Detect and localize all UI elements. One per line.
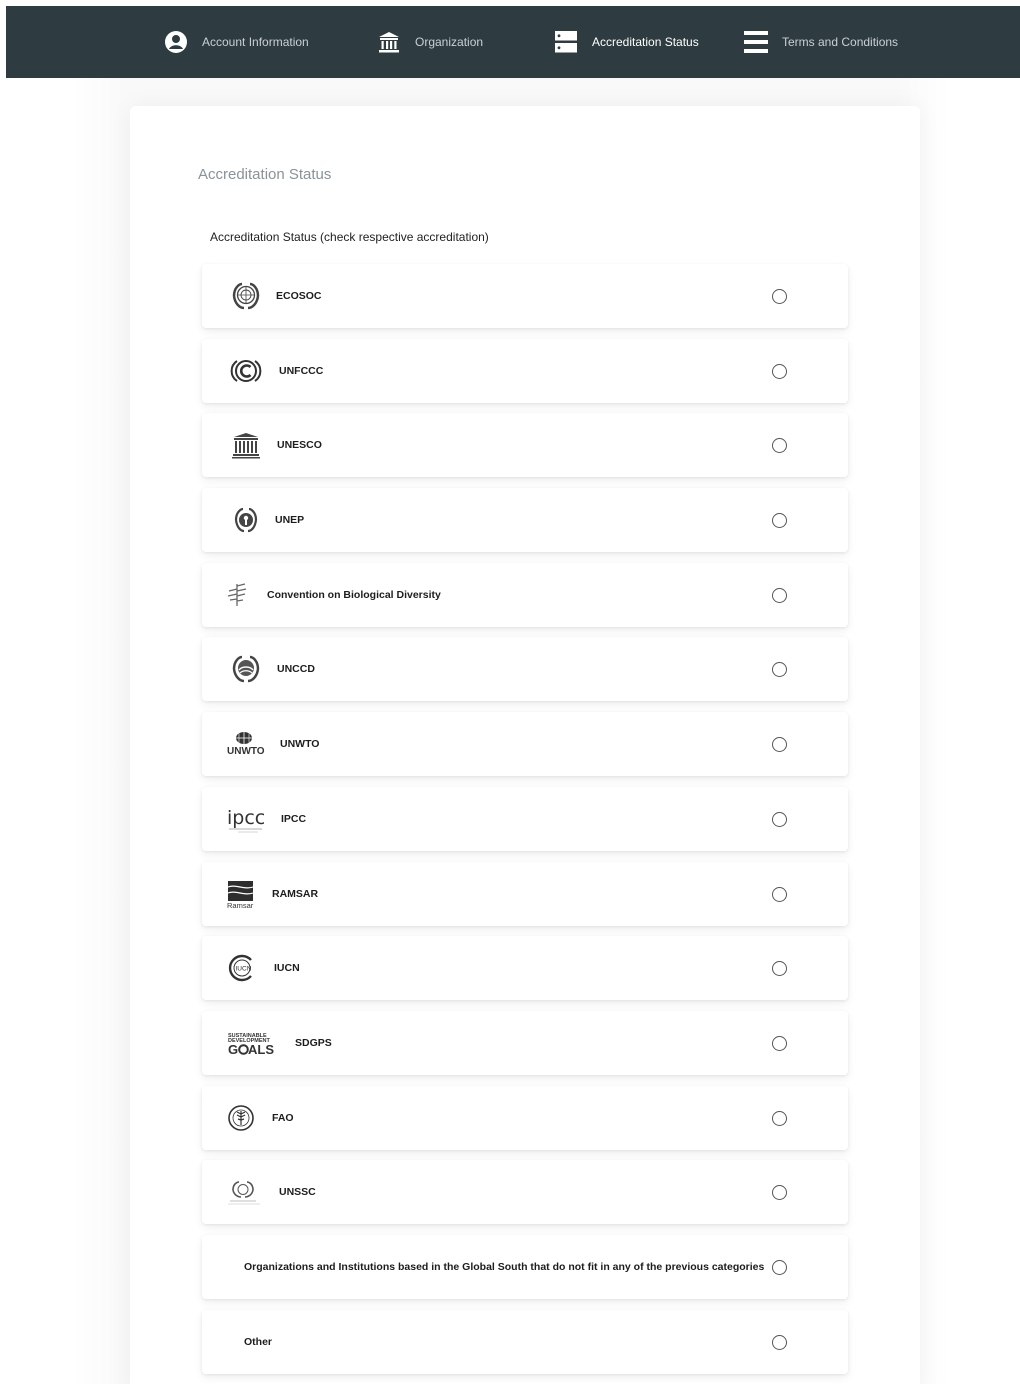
option-unssc[interactable]: UNSSC <box>202 1160 848 1225</box>
radio-button[interactable] <box>772 1110 787 1126</box>
option-label: UNWTO <box>280 738 320 751</box>
option-unfccc[interactable]: UNFCCC <box>202 338 848 403</box>
nav-organization[interactable]: Organization <box>377 6 483 78</box>
top-navigation: Account Information Organization Accredi… <box>6 6 1020 78</box>
iucn-logo-text: IUCN <box>236 966 252 973</box>
radio-button[interactable] <box>772 737 787 753</box>
ipcc-logo: ipcc <box>226 801 266 837</box>
user-circle-icon <box>164 30 188 54</box>
radio-button[interactable] <box>772 811 787 827</box>
nav-label: Organization <box>415 35 484 49</box>
radio-button[interactable] <box>772 438 787 454</box>
radio-button[interactable] <box>772 961 787 977</box>
option-label: UNESCO <box>277 439 322 452</box>
option-label: Convention on Biological Diversity <box>267 588 441 601</box>
option-label: RAMSAR <box>272 887 319 900</box>
radio-button[interactable] <box>772 1259 787 1275</box>
radio-button[interactable] <box>772 1334 787 1350</box>
radio-button[interactable] <box>772 513 787 529</box>
option-label: Other <box>244 1335 273 1348</box>
unwto-logo: UNWTO <box>226 726 266 762</box>
field-label: Accreditation Status (check respective a… <box>210 230 489 244</box>
nav-terms-and-conditions[interactable]: Terms and Conditions <box>744 6 898 78</box>
option-label: IPCC <box>281 812 307 825</box>
accreditation-options: ECOSOC UNFCCC UNESCO UNEP Convention on … <box>202 264 848 1384</box>
option-convention-on-biological-diversity[interactable]: Convention on Biological Diversity <box>202 562 848 627</box>
iucn-logo: IUCN <box>226 950 258 986</box>
option-label: IUCN <box>274 962 300 975</box>
option-other[interactable]: Other <box>202 1309 848 1374</box>
nav-label: Accreditation Status <box>592 35 699 49</box>
radio-button[interactable] <box>772 662 787 678</box>
option-ecosoc[interactable]: ECOSOC <box>202 264 848 328</box>
radio-button[interactable] <box>772 1035 787 1051</box>
unccd-logo <box>226 651 266 687</box>
option-label: UNSSC <box>279 1186 316 1199</box>
radio-button[interactable] <box>772 587 787 603</box>
nav-accreditation-status[interactable]: Accreditation Status <box>554 6 699 78</box>
option-fao[interactable]: FAO <box>202 1085 848 1150</box>
server-icon <box>554 30 578 54</box>
radio-button[interactable] <box>772 289 787 304</box>
menu-lines-icon <box>744 30 768 54</box>
unwto-logo-text: UNWTO <box>227 746 265 757</box>
unep-logo <box>226 502 266 538</box>
option-label: ECOSOC <box>276 290 322 302</box>
unesco-temple-logo <box>226 427 266 463</box>
radio-button[interactable] <box>772 363 787 379</box>
nav-account-information[interactable]: Account Information <box>164 6 309 78</box>
option-label: UNFCCC <box>279 364 324 377</box>
section-title: Accreditation Status <box>198 166 332 183</box>
unssc-logo <box>226 1174 262 1210</box>
ramsar-logo-text: Ramsar <box>227 901 254 909</box>
option-unwto[interactable]: UNWTO UNWTO <box>202 712 848 777</box>
sdg-goals-logo: SUSTAINABLE DEVELOPMENT G ALS <box>226 1025 280 1061</box>
radio-button[interactable] <box>772 886 787 902</box>
option-ipcc[interactable]: ipcc IPCC <box>202 786 848 851</box>
radio-button[interactable] <box>772 1185 787 1201</box>
option-ramsar[interactable]: Ramsar RAMSAR <box>202 861 848 926</box>
cbd-leaf-logo <box>224 577 250 613</box>
svg-text:G: G <box>228 1042 238 1057</box>
option-global-south[interactable]: Organizations and Institutions based in … <box>202 1234 848 1299</box>
option-unccd[interactable]: UNCCD <box>202 637 848 702</box>
option-iucn[interactable]: IUCN IUCN <box>202 936 848 1001</box>
institution-icon <box>377 30 401 54</box>
unfccc-logo <box>226 353 266 389</box>
svg-text:ALS: ALS <box>248 1042 274 1057</box>
nav-label: Terms and Conditions <box>782 35 899 49</box>
un-emblem-logo <box>226 278 266 314</box>
option-unep[interactable]: UNEP <box>202 488 848 553</box>
ramsar-logo: Ramsar <box>226 876 256 912</box>
option-label: SDGPS <box>295 1036 332 1049</box>
nav-label: Account Information <box>202 35 309 49</box>
option-label: Organizations and Institutions based in … <box>244 1260 765 1273</box>
option-unesco[interactable]: UNESCO <box>202 413 848 478</box>
fao-logo <box>226 1100 256 1136</box>
ipcc-logo-text: ipcc <box>227 807 265 829</box>
option-label: UNEP <box>275 514 305 527</box>
option-label: FAO <box>272 1111 294 1124</box>
option-sdgps[interactable]: SUSTAINABLE DEVELOPMENT G ALS SDGPS <box>202 1010 848 1075</box>
option-label: UNCCD <box>277 663 315 676</box>
